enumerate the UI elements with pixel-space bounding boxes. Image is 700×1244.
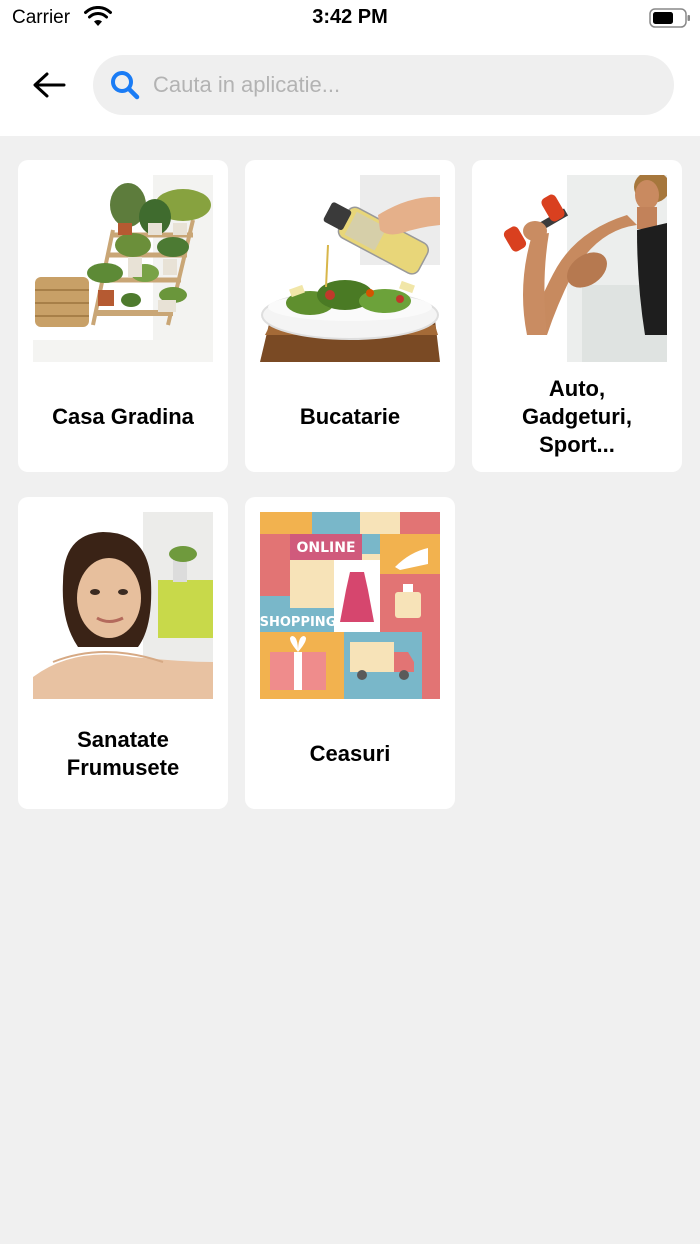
- woman-portrait-image: [33, 512, 213, 699]
- search-input[interactable]: [153, 72, 633, 98]
- category-label: Casa Gradina: [52, 404, 194, 429]
- header: [0, 36, 700, 136]
- battery-icon: [649, 8, 690, 28]
- category-card-ceasuri[interactable]: ONLINE SHOPPING Ceasuri: [245, 497, 455, 809]
- status-bar: Carrier 3:42 PM: [0, 0, 700, 36]
- plant-shelf-image: [33, 175, 213, 362]
- category-label: Auto, Gadgeturi, Sport...: [521, 376, 632, 457]
- category-card-bucatarie[interactable]: Bucatarie: [245, 160, 455, 472]
- back-button[interactable]: [22, 58, 76, 112]
- category-label: Ceasuri: [309, 741, 391, 766]
- clock: 3:42 PM: [312, 6, 388, 28]
- category-label: Sanatate Frumusete: [66, 727, 180, 780]
- search-icon: [111, 71, 140, 100]
- svg-text:ONLINE: ONLINE: [296, 540, 355, 556]
- arrow-left-icon: [33, 72, 66, 98]
- search-bar[interactable]: [93, 55, 674, 115]
- fitness-dumbbell-image: [487, 175, 667, 362]
- svg-text:SHOPPING: SHOPPING: [260, 615, 336, 630]
- category-card-auto-gadgeturi-sport[interactable]: Auto, Gadgeturi, Sport...: [472, 160, 682, 472]
- category-card-sanatate-frumusete[interactable]: Sanatate Frumusete: [18, 497, 228, 809]
- category-card-casa-gradina[interactable]: Casa Gradina: [18, 160, 228, 472]
- shopping-collage-image: ONLINE SHOPPING: [260, 512, 440, 699]
- salad-bowl-image: [260, 175, 440, 362]
- category-label: Bucatarie: [299, 404, 401, 429]
